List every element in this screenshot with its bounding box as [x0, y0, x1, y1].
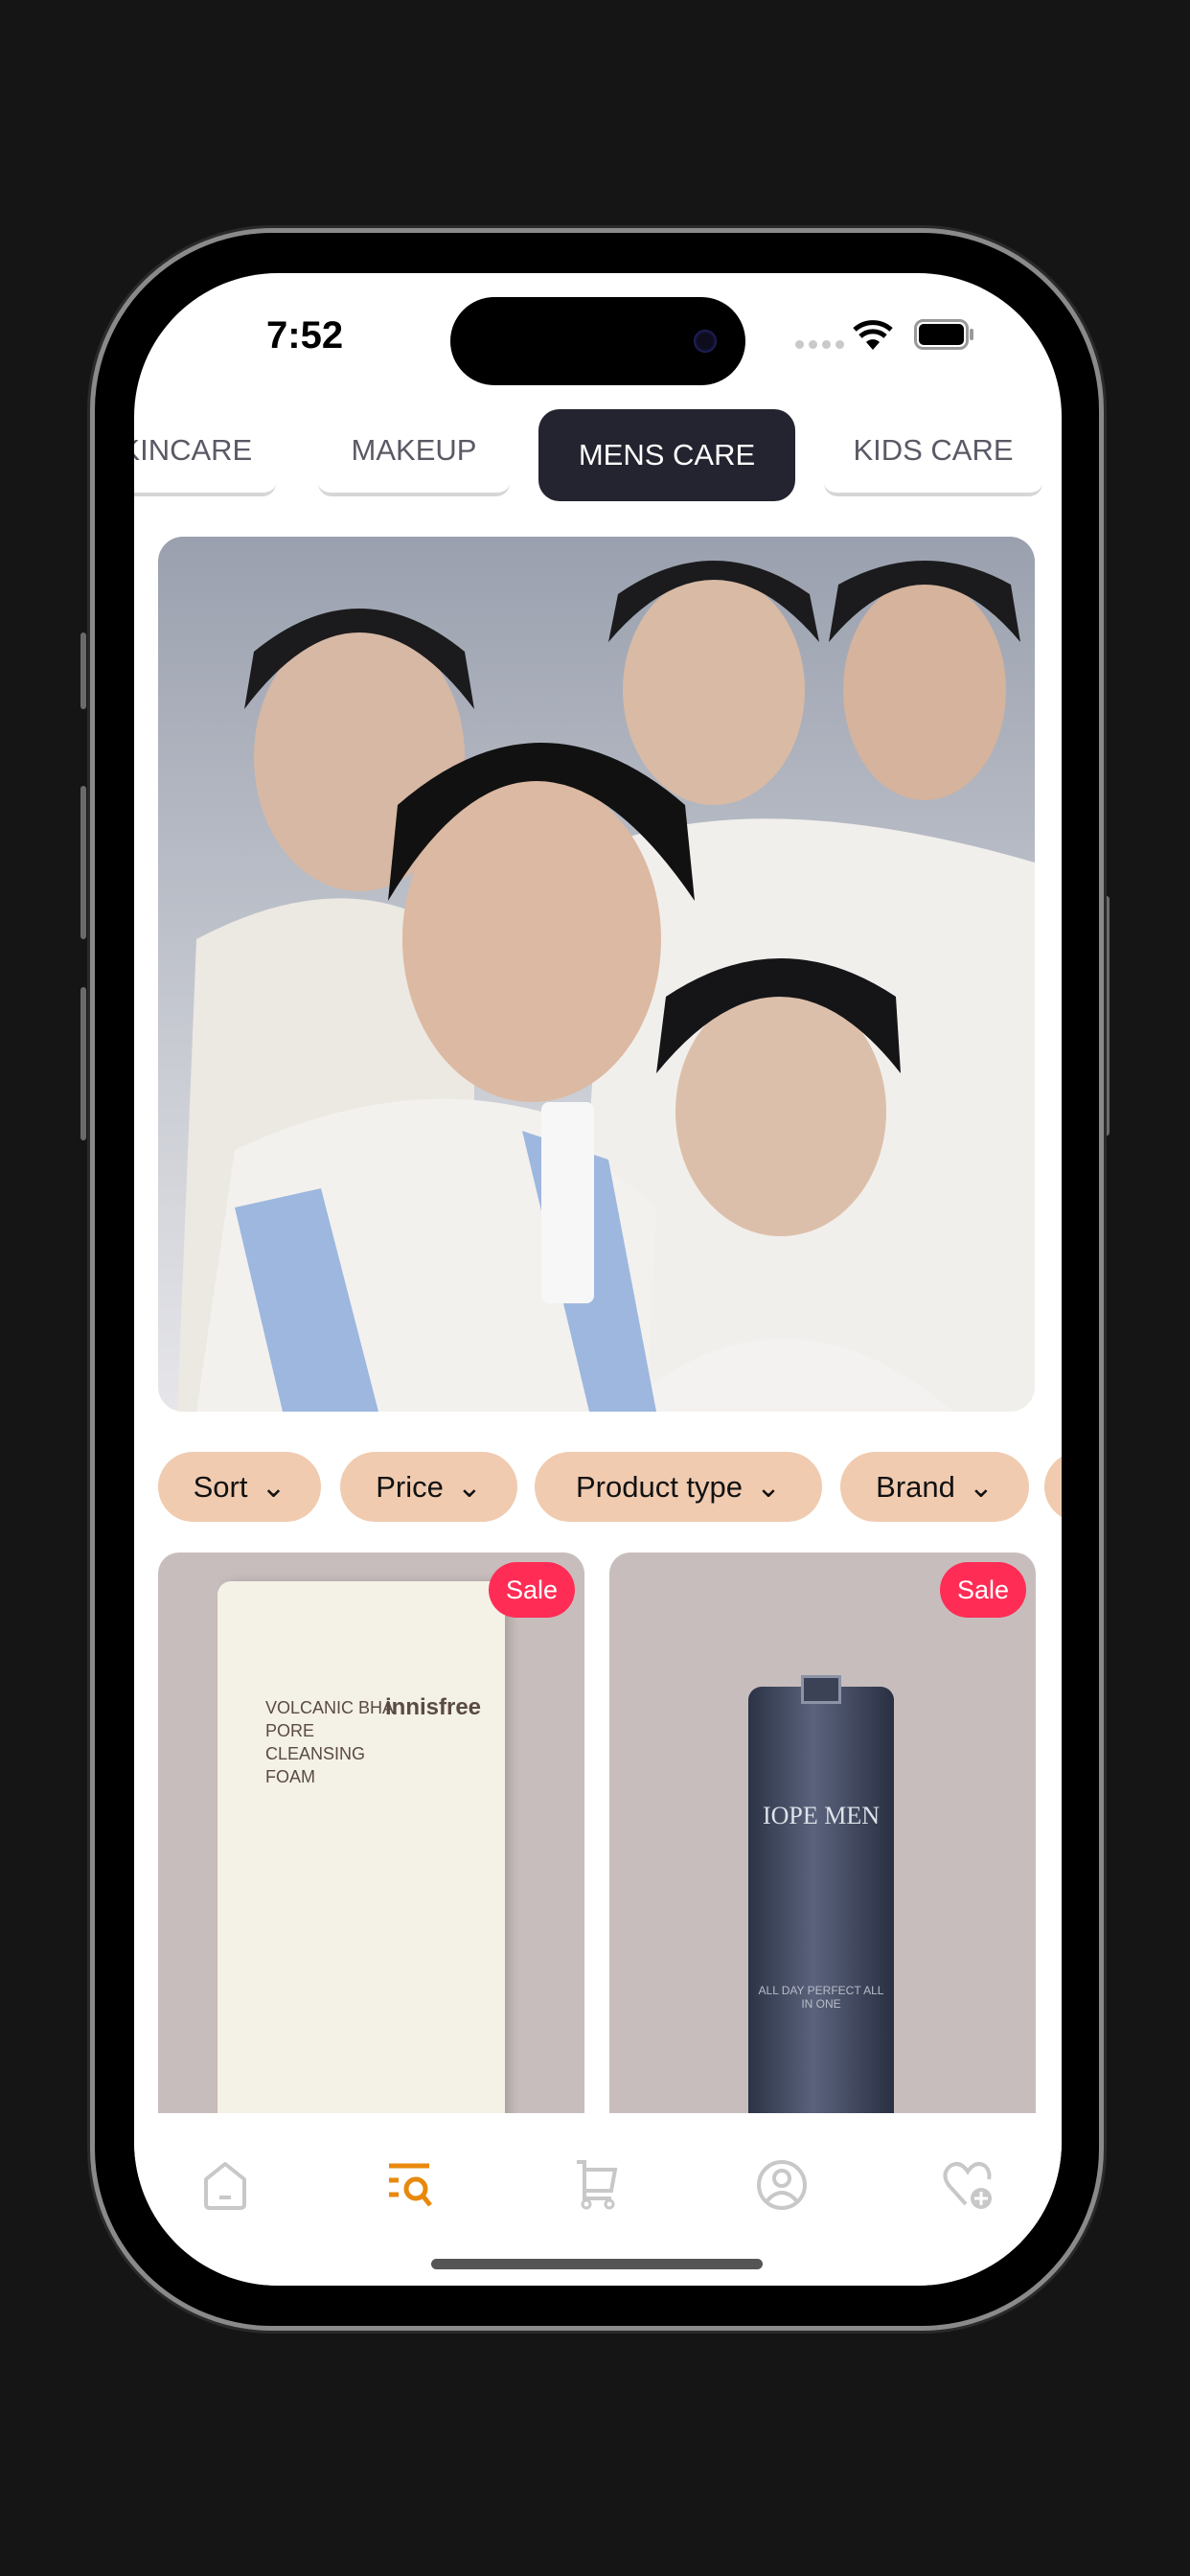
product-image: VOLCANIC BHA PORE CLEANSING FOAM innisfr… [217, 1581, 505, 2128]
wifi-icon [853, 320, 893, 350]
status-time: 7:52 [266, 314, 344, 356]
filter-label: Price [376, 1469, 444, 1504]
sale-badge: Sale [489, 1562, 575, 1618]
hero-banner-image[interactable] [158, 537, 1035, 1412]
product-name: ALL DAY PERFECT ALL IN ONE [758, 1984, 884, 2011]
tab-label: SKINCARE [134, 432, 253, 467]
tab-label: MAKEUP [351, 432, 477, 467]
product-image: IOPE MEN ALL DAY PERFECT ALL IN ONE [748, 1675, 894, 2128]
product-brand: innisfree [385, 1694, 482, 1720]
power-button [1104, 896, 1110, 1136]
mute-switch [80, 632, 86, 709]
filter-label: Brand [876, 1469, 955, 1504]
filter-label: Product type [575, 1469, 744, 1504]
brand-filter-button[interactable]: Brand ⌄ [840, 1452, 1029, 1522]
chevron-down-icon: ⌄ [261, 1469, 286, 1504]
search-list-icon[interactable] [381, 2156, 439, 2214]
heart-plus-icon[interactable] [939, 2156, 996, 2214]
price-filter-button[interactable]: Price ⌄ [340, 1452, 517, 1522]
models-photo [177, 561, 1035, 1412]
chevron-down-icon: ⌄ [756, 1469, 782, 1504]
more-filter-button[interactable] [1044, 1452, 1062, 1522]
profile-icon[interactable] [753, 2156, 811, 2214]
tab-makeup[interactable]: MAKEUP [318, 407, 510, 496]
product-card[interactable]: IOPE MEN ALL DAY PERFECT ALL IN ONE Sale [609, 1552, 1036, 2128]
chevron-down-icon: ⌄ [456, 1469, 482, 1504]
product-type-filter-button[interactable]: Product type ⌄ [535, 1452, 822, 1522]
tab-skincare[interactable]: SKINCARE [134, 407, 276, 496]
camera-icon [694, 330, 717, 353]
tab-label: KIDS CARE [853, 432, 1014, 467]
home-icon[interactable] [196, 2156, 254, 2214]
dynamic-island [450, 297, 745, 385]
filter-label: Sort [193, 1469, 248, 1504]
chevron-down-icon: ⌄ [968, 1469, 994, 1504]
tab-kids-care[interactable]: KIDS CARE [824, 407, 1042, 496]
home-indicator[interactable] [431, 2259, 763, 2269]
tab-label: MENS CARE [578, 438, 756, 472]
product-card[interactable]: VOLCANIC BHA PORE CLEANSING FOAM innisfr… [158, 1552, 584, 2128]
sort-filter-button[interactable]: Sort ⌄ [158, 1452, 321, 1522]
battery-icon [914, 319, 973, 350]
app-screen: 7:52 SKINCARE MAKEUP MENS CARE KIDS CARE… [134, 273, 1062, 2286]
bottle-pump [801, 1675, 841, 1704]
sale-badge: Sale [940, 1562, 1026, 1618]
cart-icon[interactable] [567, 2156, 625, 2214]
cellular-signal-icon [795, 340, 844, 349]
volume-up-button [80, 786, 86, 939]
product-brand: IOPE MEN [762, 1802, 881, 1829]
volume-down-button [80, 987, 86, 1140]
tab-mens-care[interactable]: MENS CARE [538, 409, 795, 501]
